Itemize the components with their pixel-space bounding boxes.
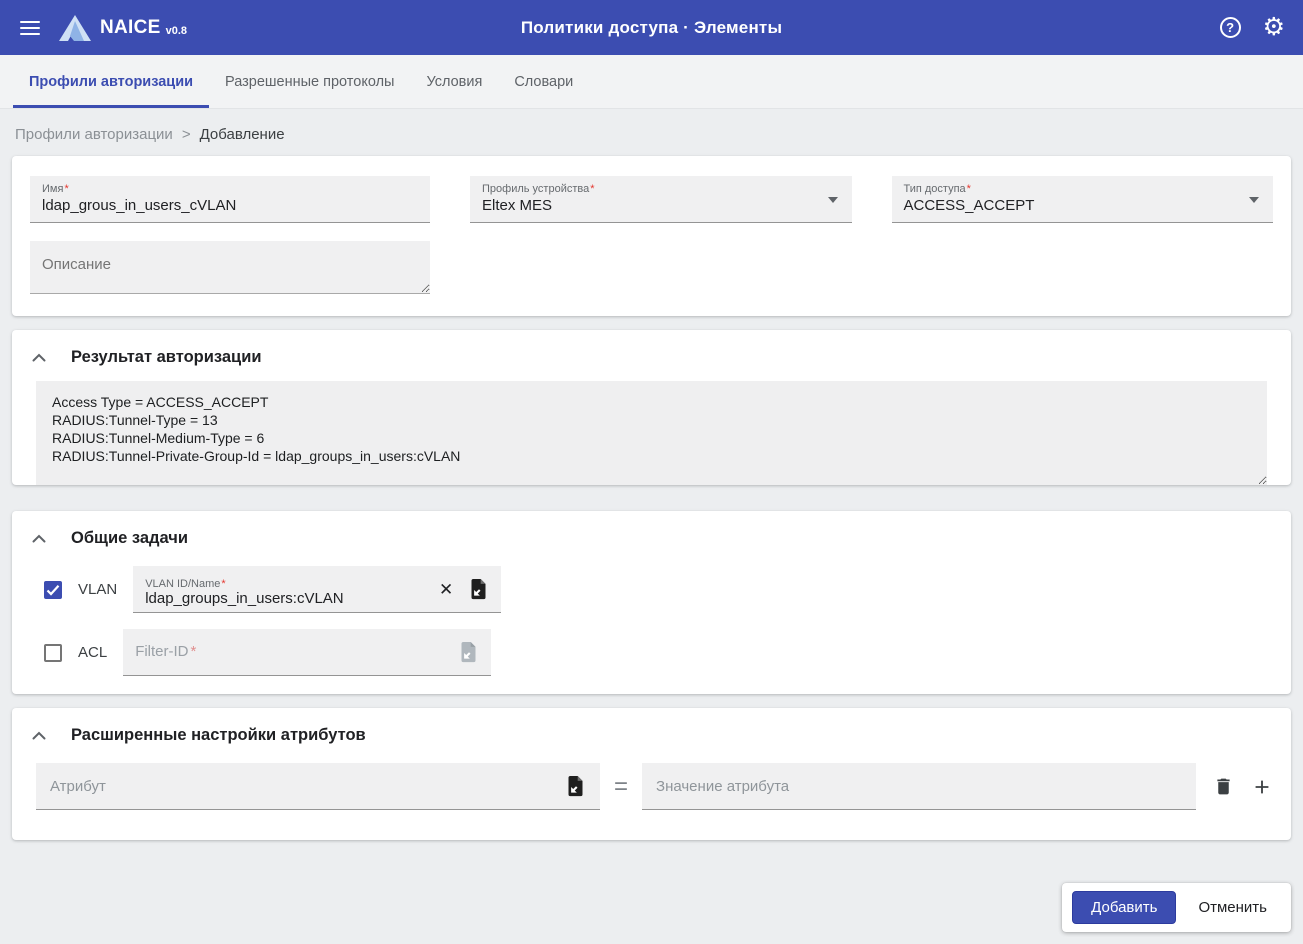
page-title: Политики доступа · Элементы [521,18,782,38]
app-logo-icon [58,14,92,42]
breadcrumb-parent[interactable]: Профили авторизации [15,126,173,143]
tab-dictionaries[interactable]: Словари [498,55,589,108]
acl-checkbox-label: ACL [78,644,107,661]
collapse-chevron-icon[interactable] [30,532,48,545]
common-tasks-card: Общие задачи VLAN VLAN ID/Name* ✕ [12,511,1291,694]
vlan-checkbox-label: VLAN [78,581,117,598]
attribute-row: = [12,757,1291,840]
tab-allowed-protocols[interactable]: Разрешенные протоколы [209,55,410,108]
name-input[interactable] [42,195,418,214]
device-profile-select[interactable]: Профиль устройства* Eltex MES [470,176,852,223]
access-type-value: ACCESS_ACCEPT [904,195,1262,214]
tab-auth-profiles[interactable]: Профили авторизации [13,55,209,108]
add-attribute-icon[interactable] [1251,776,1273,798]
app-name: NAICE [100,17,161,39]
submit-button[interactable]: Добавить [1072,891,1176,924]
cancel-button[interactable]: Отменить [1184,892,1281,923]
auth-result-card: Результат авторизации Access Type = ACCE… [12,330,1291,485]
access-type-select[interactable]: Тип доступа* ACCESS_ACCEPT [892,176,1274,223]
advanced-attributes-card: Расширенные настройки атрибутов = [12,708,1291,840]
collapse-chevron-icon[interactable] [30,729,48,742]
dropdown-arrow-icon [828,197,838,203]
required-asterisk: * [967,183,971,195]
vlan-id-input[interactable] [145,590,430,607]
equals-sign: = [614,773,628,801]
acl-task-row: ACL Filter-ID* [12,623,1291,686]
name-label: Имя [42,183,63,195]
access-type-label: Тип доступа [904,183,966,195]
profile-form-card: Имя* Профиль устройства* Eltex MES Тип д… [12,156,1291,316]
menu-icon[interactable] [18,17,42,39]
tab-conditions[interactable]: Условия [410,55,498,108]
delete-icon[interactable] [1213,776,1234,797]
filter-id-input[interactable] [135,644,452,661]
vlan-id-label: VLAN ID/Name [145,578,220,590]
attribute-picker-icon [452,639,485,666]
attribute-input[interactable] [50,778,559,795]
common-tasks-title: Общие задачи [71,529,188,548]
vlan-task-row: VLAN VLAN ID/Name* ✕ [12,560,1291,623]
required-asterisk: * [64,183,68,195]
app-header: NAICE v0.8 Политики доступа · Элементы ?… [0,0,1303,55]
dropdown-arrow-icon [1249,197,1259,203]
breadcrumb: Профили авторизации > Добавление [0,109,1303,156]
device-profile-value: Eltex MES [482,195,840,214]
app-version: v0.8 [166,25,187,37]
breadcrumb-separator: > [182,126,191,143]
vlan-checkbox[interactable] [44,581,62,599]
device-profile-label: Профиль устройства [482,183,589,195]
acl-filter-field: Filter-ID* [123,629,491,676]
attribute-picker-icon[interactable] [462,576,495,603]
auth-result-textarea[interactable]: Access Type = ACCESS_ACCEPT RADIUS:Tunne… [36,381,1267,485]
form-actions: Добавить Отменить [1062,883,1291,932]
tab-bar: Профили авторизации Разрешенные протокол… [0,55,1303,109]
advanced-attributes-title: Расширенные настройки атрибутов [71,726,366,745]
acl-checkbox[interactable] [44,644,62,662]
vlan-id-field: VLAN ID/Name* ✕ [133,566,501,613]
clear-icon[interactable]: ✕ [430,581,462,598]
required-asterisk: * [590,183,594,195]
breadcrumb-current: Добавление [200,126,285,143]
attribute-picker-icon[interactable] [559,773,592,800]
auth-result-title: Результат авторизации [71,348,261,367]
settings-gear-icon[interactable]: ⚙ [1263,15,1285,40]
name-field: Имя* [30,176,430,223]
attribute-field [36,763,600,810]
description-textarea[interactable] [30,241,430,294]
collapse-chevron-icon[interactable] [30,351,48,364]
attribute-value-input[interactable] [656,778,1188,795]
required-asterisk: * [221,578,225,590]
attribute-value-field [642,763,1196,810]
help-icon[interactable]: ? [1220,17,1241,38]
